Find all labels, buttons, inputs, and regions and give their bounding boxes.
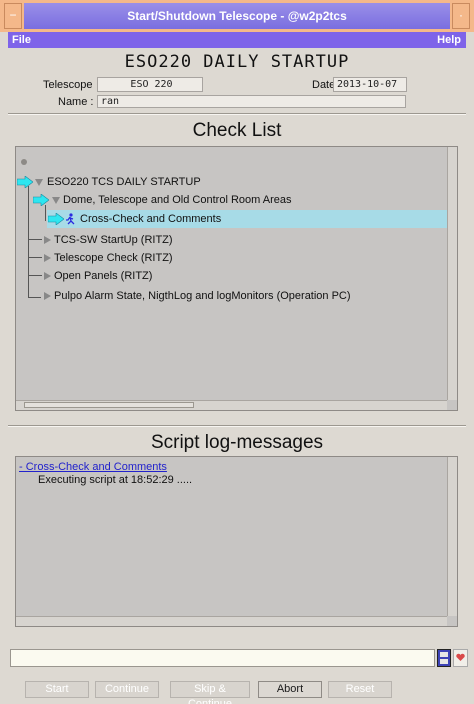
tree-item-label: ESO220 TCS DAILY STARTUP [47,176,201,188]
tree-item-tcs-sw-startup[interactable]: TCS-SW StartUp (RITZ) [16,231,456,249]
date-field[interactable]: 2013-10-07 [333,77,407,92]
window-titlebar[interactable]: − Start/Shutdown Telescope - @w2p2tcs · [0,0,474,32]
running-person-icon [66,213,75,225]
reset-button[interactable]: Reset [328,681,392,698]
skip-continue-button[interactable]: Skip & Continue [170,681,250,704]
log-link[interactable]: - Cross-Check and Comments [19,461,167,473]
name-field[interactable]: ran [97,95,406,108]
collapsed-triangle-icon[interactable] [42,271,52,281]
tree-item-open-panels[interactable]: Open Panels (RITZ) [16,267,456,285]
checklist-tree[interactable]: ESO220 TCS DAILY STARTUP Dome, Telescope… [15,146,458,411]
heart-icon[interactable] [453,649,468,667]
tree-connector [28,257,42,258]
log-panel[interactable]: - Cross-Check and Comments Executing scr… [15,456,458,627]
menu-help[interactable]: Help [437,32,461,48]
tree-item-label: TCS-SW StartUp (RITZ) [54,234,173,246]
menubar: File Help [8,32,466,48]
tree-vertical-scrollbar[interactable] [447,147,457,400]
tree-root-icon [21,159,27,165]
date-label: Date [312,79,336,91]
expanded-triangle-icon[interactable] [51,195,61,205]
tree-connector [28,239,42,240]
tree-item-label: Cross-Check and Comments [80,213,222,225]
telescope-label: Telescope [43,79,93,91]
tree-connector [28,275,42,276]
tree-item-dome-telescope[interactable]: Dome, Telescope and Old Control Room Are… [16,191,456,209]
tree-item-pulpo-alarm[interactable]: Pulpo Alarm State, NigthLog and logMonit… [16,287,456,305]
running-arrow-icon [48,213,64,225]
start-button[interactable]: Start [25,681,89,698]
collapsed-triangle-icon[interactable] [42,235,52,245]
window-menu-button[interactable]: − [4,3,22,29]
toggle-icon[interactable] [437,649,451,667]
tree-item-label: Open Panels (RITZ) [54,270,153,282]
divider [8,113,466,115]
collapsed-triangle-icon[interactable] [42,253,52,263]
tree-item-cross-check[interactable]: Cross-Check and Comments [47,210,456,228]
collapsed-triangle-icon[interactable] [42,291,52,301]
log-title: Script log-messages [150,432,324,453]
window-minimize-button[interactable]: · [452,3,470,29]
menu-file[interactable]: File [12,32,31,48]
tree-item-label: Dome, Telescope and Old Control Room Are… [63,194,292,206]
tree-item-eso220-daily-startup[interactable]: ESO220 TCS DAILY STARTUP [16,173,456,191]
log-message: Executing script at 18:52:29 ..... [38,474,193,486]
window-title: Start/Shutdown Telescope - @w2p2tcs [24,3,450,29]
divider [8,425,466,427]
log-vertical-scrollbar[interactable] [447,457,457,616]
tree-scrollbar-thumb[interactable] [24,402,194,408]
command-input[interactable] [10,649,435,667]
running-arrow-icon [33,194,49,206]
page-title: ESO220 DAILY STARTUP [124,52,350,72]
continue-button[interactable]: Continue [95,681,159,698]
expanded-triangle-icon[interactable] [34,177,44,187]
log-horizontal-scrollbar[interactable] [16,616,447,626]
tree-item-telescope-check[interactable]: Telescope Check (RITZ) [16,249,456,267]
tree-horizontal-scrollbar[interactable] [16,400,447,410]
name-label: Name : [58,96,94,108]
checklist-title: Check List [192,120,282,141]
tree-item-label: Telescope Check (RITZ) [54,252,173,264]
tree-item-label: Pulpo Alarm State, NigthLog and logMonit… [54,290,351,302]
running-arrow-icon [17,176,33,188]
abort-button[interactable]: Abort [258,681,322,698]
telescope-field[interactable]: ESO 220 [97,77,203,92]
